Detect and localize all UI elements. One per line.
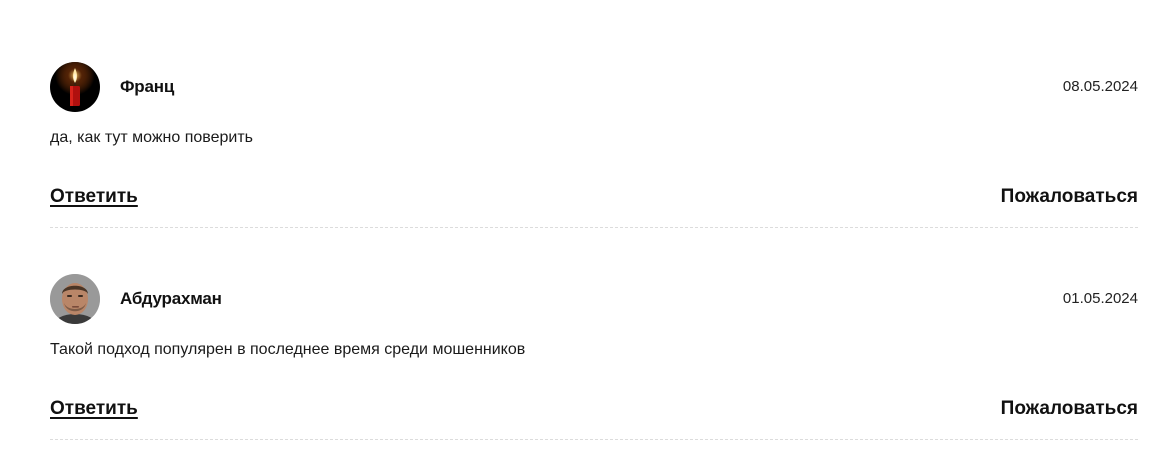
report-button[interactable]: Пожаловаться — [1001, 186, 1138, 208]
comment-author: Франц — [120, 77, 175, 96]
user-photo-icon — [50, 274, 100, 324]
avatar — [50, 274, 100, 324]
comment-date: 01.05.2024 — [1062, 290, 1138, 307]
comment-author: Абдурахман — [120, 289, 222, 308]
comment-text: Такой подход популярен в последнее время… — [50, 341, 526, 358]
comment-date: 08.05.2024 — [1062, 78, 1138, 95]
comment-item: Абдурахман 01.05.2024 Такой подход попул… — [50, 212, 1138, 440]
reply-link[interactable]: Ответить — [50, 186, 138, 208]
report-button[interactable]: Пожаловаться — [1001, 398, 1138, 420]
avatar — [50, 62, 100, 112]
comment-text: да, как тут можно поверить — [50, 129, 253, 146]
comment-item: Франц 08.05.2024 да, как тут можно повер… — [50, 0, 1138, 228]
reply-link[interactable]: Ответить — [50, 398, 138, 420]
comment-divider — [50, 439, 1138, 440]
candle-icon — [50, 62, 100, 112]
